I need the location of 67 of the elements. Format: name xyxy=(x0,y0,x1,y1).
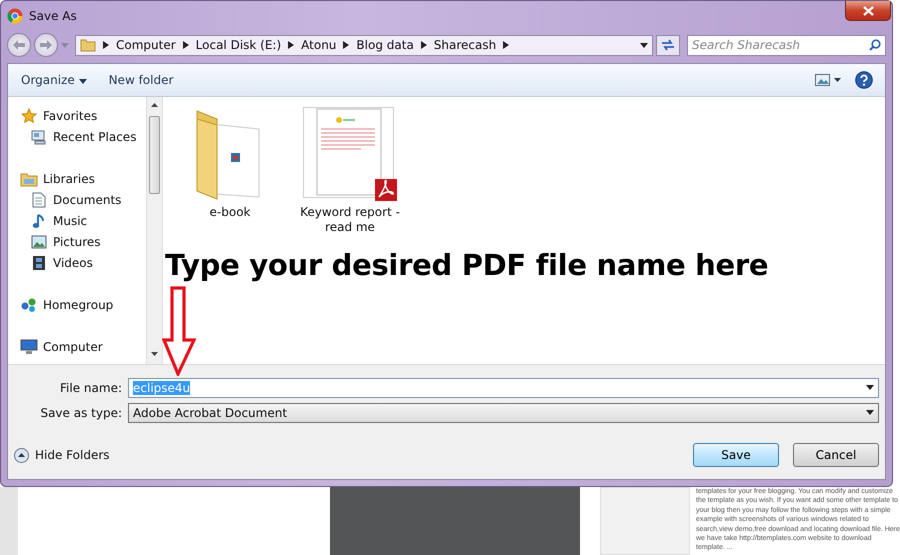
recent-places-icon xyxy=(31,128,47,144)
close-button[interactable] xyxy=(845,1,891,21)
scroll-down-icon[interactable] xyxy=(151,352,158,356)
music-note-icon xyxy=(32,212,46,228)
film-strip-icon xyxy=(32,254,46,270)
sidebar-item[interactable]: Favorites xyxy=(16,105,146,126)
file-name[interactable]: Keyword report - read me xyxy=(300,205,400,235)
help-icon[interactable] xyxy=(855,71,873,89)
chevron-icon[interactable] xyxy=(182,41,189,49)
close-icon xyxy=(862,6,874,16)
library-folder-icon xyxy=(20,170,38,186)
search-field[interactable]: Search Sharecash xyxy=(687,34,886,56)
refresh-button[interactable] xyxy=(656,34,680,56)
page-margin xyxy=(0,487,18,555)
browser-logo-icon xyxy=(7,8,23,24)
cancel-button[interactable]: Cancel xyxy=(793,443,879,467)
file-name[interactable]: e-book xyxy=(180,205,280,220)
address-bar[interactable]: Computer Local Disk (E:) Atonu Blog data Sharecash xyxy=(75,34,653,56)
hide-folders-button[interactable]: Hide Folders xyxy=(14,448,110,462)
file-name-label: File name: xyxy=(59,380,123,394)
collapse-up-icon xyxy=(14,448,29,462)
file-name-value: eclipse4u xyxy=(133,380,190,394)
chevron-icon[interactable] xyxy=(343,41,350,49)
chevron-icon[interactable] xyxy=(288,41,294,49)
computer-icon xyxy=(20,338,38,354)
homegroup-icon xyxy=(20,296,38,312)
folder-icon xyxy=(80,38,96,52)
view-options-icon[interactable] xyxy=(815,74,841,86)
forward-arrow-icon xyxy=(40,40,52,50)
back-arrow-icon xyxy=(13,40,25,50)
dropdown-caret-icon[interactable] xyxy=(640,42,648,48)
dropdown-caret-icon xyxy=(866,410,874,415)
chevron-icon[interactable] xyxy=(503,41,510,49)
document-icon xyxy=(32,192,46,208)
breadcrumb[interactable]: Blog data xyxy=(356,38,414,52)
new-folder-button[interactable]: New folder xyxy=(104,70,178,90)
save-button[interactable]: Save xyxy=(693,443,779,467)
sidebar-item[interactable]: Music xyxy=(16,210,146,231)
refresh-arrows-icon xyxy=(661,39,675,51)
search-icon xyxy=(869,38,881,50)
save-as-type-label: Save as type: xyxy=(39,406,123,420)
annotation-text: Type your desired PDF file name here xyxy=(165,248,770,282)
star-icon xyxy=(21,108,37,124)
sidebar-item[interactable]: Documents xyxy=(16,189,146,210)
window-title: Save As xyxy=(29,9,77,23)
picture-icon xyxy=(31,234,47,248)
sidebar-item[interactable]: Libraries xyxy=(16,168,146,189)
breadcrumb[interactable]: Atonu xyxy=(301,38,336,52)
back-button[interactable] xyxy=(7,33,31,57)
chevron-icon[interactable] xyxy=(420,41,427,49)
breadcrumb[interactable]: Sharecash xyxy=(434,38,496,52)
sidebar-item[interactable]: Homegroup xyxy=(16,294,146,315)
scrollbar[interactable] xyxy=(146,97,162,364)
organize-menu-button[interactable]: Organize xyxy=(16,70,92,90)
chevron-icon[interactable] xyxy=(103,41,109,49)
scroll-up-icon[interactable] xyxy=(151,103,158,107)
scrollbar-thumb[interactable] xyxy=(149,116,160,194)
breadcrumb[interactable]: Computer xyxy=(116,38,176,52)
dropdown-caret-icon[interactable] xyxy=(866,385,874,390)
sidebar-item[interactable]: Pictures xyxy=(16,231,146,252)
sidebar-item[interactable]: Videos xyxy=(16,252,146,273)
caret-icon xyxy=(78,79,87,84)
sidebar-item[interactable]: Recent Places xyxy=(16,126,146,147)
sidebar-item[interactable]: Computer xyxy=(16,336,146,357)
forward-button[interactable] xyxy=(34,33,58,57)
breadcrumb[interactable]: Local Disk (E:) xyxy=(196,38,282,52)
save-as-type-dropdown[interactable]: Adobe Acrobat Document xyxy=(128,402,879,422)
